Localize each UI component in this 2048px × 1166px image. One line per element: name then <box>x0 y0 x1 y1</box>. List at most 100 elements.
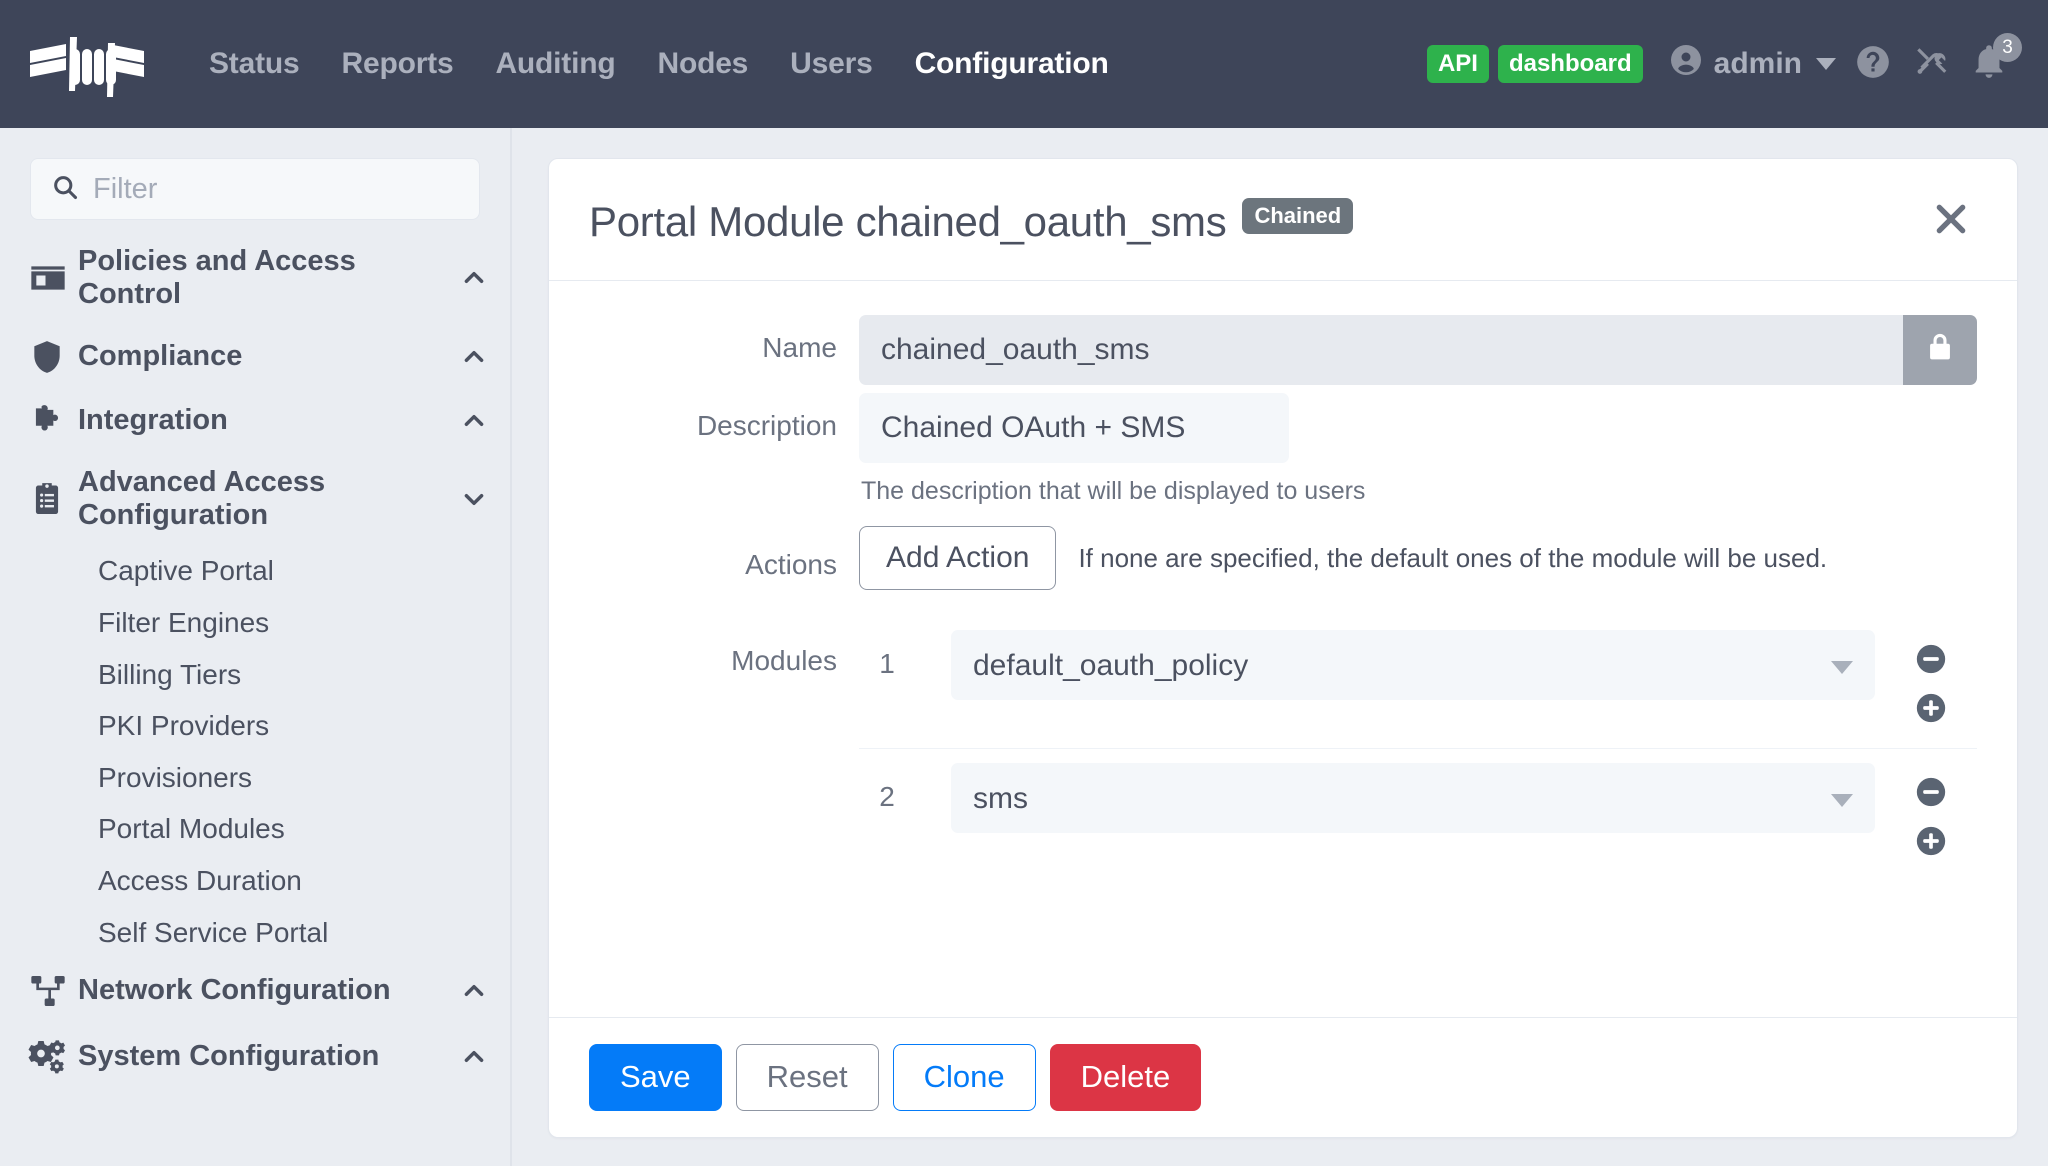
field-row-name: Name <box>589 315 1977 385</box>
minus-circle-icon[interactable] <box>1914 775 1948 814</box>
packetfence-logo[interactable] <box>28 29 146 99</box>
description-help-text: The description that will be displayed t… <box>861 477 1366 505</box>
main-nav-links: Status Reports Auditing Nodes Users Conf… <box>188 47 1130 81</box>
shield-icon <box>28 338 76 376</box>
card-footer: Save Reset Clone Delete <box>549 1017 2017 1137</box>
sidebar-item-filter-engines[interactable]: Filter Engines <box>0 597 510 649</box>
sidebar-section-system-configuration[interactable]: System Configuration <box>0 1024 510 1090</box>
sidebar-section-integration[interactable]: Integration <box>0 389 510 453</box>
chevron-up-icon[interactable] <box>460 408 488 434</box>
id-card-icon <box>28 258 76 298</box>
chevron-down-icon[interactable] <box>460 486 488 512</box>
delete-button[interactable]: Delete <box>1049 1044 1202 1111</box>
main-content-area: Portal Module chained_oauth_sms Chained … <box>512 128 2048 1166</box>
portal-module-card: Portal Module chained_oauth_sms Chained … <box>548 158 2018 1138</box>
sidebar-item-portal-modules[interactable]: Portal Modules <box>0 803 510 855</box>
page-title: Portal Module chained_oauth_sms <box>589 197 1227 245</box>
sidebar-item-provisioners[interactable]: Provisioners <box>0 752 510 804</box>
user-name-label: admin <box>1713 47 1802 80</box>
field-row-actions: Actions Add Action If none are specified… <box>589 526 1977 590</box>
module-select[interactable]: sms <box>951 763 1875 833</box>
modules-field-label: Modules <box>731 645 837 676</box>
add-action-button[interactable]: Add Action <box>859 526 1057 590</box>
sitemap-icon <box>28 971 76 1011</box>
module-index: 1 <box>879 648 895 679</box>
sidebar-section-label: Integration <box>78 404 228 437</box>
module-select[interactable]: default_oauth_policy <box>951 630 1875 700</box>
chevron-up-icon[interactable] <box>460 978 488 1004</box>
status-badge: Chained <box>1242 197 1354 234</box>
plus-circle-icon[interactable] <box>1914 824 1948 863</box>
actions-field-label: Actions <box>745 549 837 580</box>
notification-count-badge: 3 <box>1993 33 2022 62</box>
sidebar-section-label: Policies and Access Control <box>78 245 356 311</box>
lock-icon <box>1923 331 1957 370</box>
sidebar-item-pki-providers[interactable]: PKI Providers <box>0 700 510 752</box>
sidebar-section-policies-and-access-control[interactable]: Policies and Access Control <box>0 232 510 325</box>
puzzle-piece-icon <box>28 402 76 440</box>
nav-item-auditing[interactable]: Auditing <box>474 47 636 81</box>
cogs-icon <box>28 1037 76 1077</box>
sidebar-section-advanced-access-configuration[interactable]: Advanced Access Configuration <box>0 453 510 546</box>
module-index: 2 <box>879 781 895 812</box>
clone-button[interactable]: Clone <box>892 1044 1036 1111</box>
sidebar-section-label: System Configuration <box>78 1040 380 1073</box>
nav-item-status[interactable]: Status <box>188 47 321 81</box>
help-button[interactable] <box>1844 35 1902 93</box>
nav-item-nodes[interactable]: Nodes <box>636 47 769 81</box>
reset-button[interactable]: Reset <box>735 1044 879 1111</box>
notifications-button[interactable]: 3 <box>1960 33 2022 93</box>
minus-circle-icon[interactable] <box>1914 642 1948 681</box>
name-lock-button[interactable] <box>1903 315 1977 385</box>
module-row: 1 default_oauth_policy <box>859 616 1977 748</box>
field-row-modules: Modules 1 default_oauth_policy 2 sms <box>589 616 1977 881</box>
sidebar-item-access-duration[interactable]: Access Duration <box>0 855 510 907</box>
sidebar-section-network-configuration[interactable]: Network Configuration <box>0 958 510 1024</box>
card-body: Name chained_oauth_sms Description Chain… <box>549 281 2017 1017</box>
module-row-buttons <box>1885 630 1977 730</box>
module-select-wrapper: default_oauth_policy <box>951 630 1875 700</box>
top-navigation-bar: Status Reports Auditing Nodes Users Conf… <box>0 0 2048 128</box>
module-row: 2 sms <box>859 748 1977 881</box>
nav-item-configuration[interactable]: Configuration <box>894 47 1130 81</box>
name-input-group <box>859 315 1977 385</box>
close-icon[interactable] <box>1925 193 1977 250</box>
api-badge[interactable]: API <box>1426 45 1489 83</box>
sidebar-section-label: Advanced Access Configuration <box>78 465 326 532</box>
chevron-down-icon <box>1816 58 1836 70</box>
sidebar-item-billing-tiers[interactable]: Billing Tiers <box>0 649 510 701</box>
sidebar-filter-box[interactable] <box>30 158 480 220</box>
page-shell: Policies and Access Control Compliance <box>0 128 2048 1166</box>
sidebar-section-label: Compliance <box>78 340 243 373</box>
nav-item-reports[interactable]: Reports <box>321 47 475 81</box>
name-input[interactable] <box>859 315 1903 385</box>
actions-row: Add Action If none are specified, the de… <box>859 526 1977 590</box>
tools-icon <box>1912 43 1950 86</box>
field-row-description: Description The description that will be… <box>589 393 1977 506</box>
module-select-wrapper: sms <box>951 763 1875 833</box>
sidebar-filter-wrapper <box>0 128 510 232</box>
search-icon <box>51 173 93 206</box>
sidebar-item-self-service-portal[interactable]: Self Service Portal <box>0 907 510 959</box>
description-input[interactable] <box>859 393 1289 463</box>
top-nav-right-cluster: API dashboard admin 3 <box>1426 0 2022 128</box>
plus-circle-icon[interactable] <box>1914 691 1948 730</box>
dashboard-badge[interactable]: dashboard <box>1497 45 1643 83</box>
chevron-up-icon[interactable] <box>460 344 488 370</box>
sidebar-item-captive-portal[interactable]: Captive Portal <box>0 545 510 597</box>
chevron-up-icon[interactable] <box>460 1044 488 1070</box>
chevron-up-icon[interactable] <box>460 265 488 291</box>
nav-item-users[interactable]: Users <box>769 47 893 81</box>
tools-button[interactable] <box>1902 35 1960 93</box>
sidebar-section-compliance[interactable]: Compliance <box>0 325 510 389</box>
card-header: Portal Module chained_oauth_sms Chained <box>549 159 2017 281</box>
module-row-buttons <box>1885 763 1977 863</box>
sidebar-section-label: Network Configuration <box>78 974 391 1007</box>
clipboard-list-icon <box>28 480 76 518</box>
user-menu[interactable]: admin <box>1668 42 1836 86</box>
configuration-sidebar: Policies and Access Control Compliance <box>0 128 512 1166</box>
user-avatar-icon <box>1668 42 1704 86</box>
question-circle-icon <box>1854 43 1892 86</box>
sidebar-filter-input[interactable] <box>93 172 459 206</box>
save-button[interactable]: Save <box>589 1044 722 1111</box>
